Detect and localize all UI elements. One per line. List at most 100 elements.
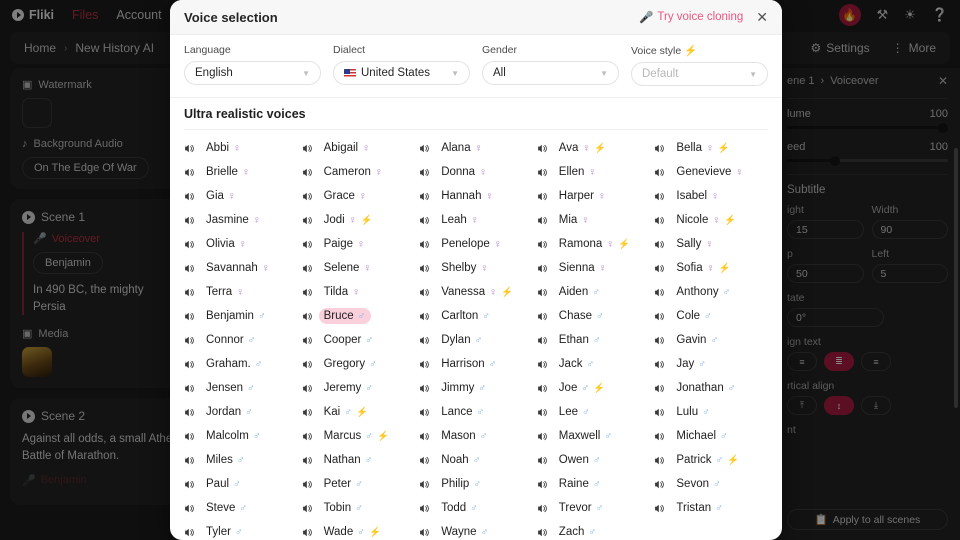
voice-item[interactable]: Zach ♂ (537, 520, 651, 540)
speaker-icon[interactable] (537, 311, 548, 322)
voice-name-wrap[interactable]: Anthony ♂ (671, 284, 735, 300)
voice-name-wrap[interactable]: Lee ♂ (554, 404, 595, 420)
voice-item[interactable]: Vanessa ♀ ⚡ (419, 280, 533, 304)
speaker-icon[interactable] (184, 359, 195, 370)
voice-item[interactable]: Joe ♂ ⚡ (537, 376, 651, 400)
voice-name-wrap[interactable]: Bruce ♂ (318, 308, 371, 324)
voice-name-wrap[interactable]: Savannah ♀ (201, 260, 275, 276)
voice-item[interactable]: Todd ♂ (419, 496, 533, 520)
voice-item[interactable]: Bella ♀ ⚡ (654, 136, 768, 160)
speaker-icon[interactable] (419, 407, 430, 418)
speaker-icon[interactable] (302, 191, 313, 202)
voice-name-wrap[interactable]: Joe ♂ ⚡ (554, 380, 610, 396)
speaker-icon[interactable] (654, 215, 665, 226)
voice-name-wrap[interactable]: Vanessa ♀ ⚡ (436, 284, 518, 300)
voice-name-wrap[interactable]: Kai ♂ ⚡ (319, 404, 373, 420)
dialect-select[interactable]: United States ▼ (333, 61, 470, 85)
voice-item[interactable]: Penelope ♀ (419, 232, 533, 256)
voice-item[interactable]: Tobin ♂ (302, 496, 416, 520)
voice-name-wrap[interactable]: Alana ♀ (436, 140, 487, 156)
voice-name-wrap[interactable]: Jordan ♂ (201, 404, 258, 420)
voice-name-wrap[interactable]: Benjamin ♂ (201, 308, 271, 324)
voice-name-wrap[interactable]: Brielle ♀ (201, 164, 255, 180)
speaker-icon[interactable] (537, 359, 548, 370)
speaker-icon[interactable] (302, 383, 313, 394)
voice-item[interactable]: Brielle ♀ (184, 160, 298, 184)
voice-item[interactable]: Noah ♂ (419, 448, 533, 472)
speaker-icon[interactable] (184, 287, 195, 298)
voice-item[interactable]: Sevon ♂ (654, 472, 768, 496)
voice-name-wrap[interactable]: Mason ♂ (436, 428, 492, 444)
speaker-icon[interactable] (184, 503, 195, 514)
voice-item[interactable]: Harper ♀ (537, 184, 651, 208)
voice-item[interactable]: Owen ♂ (537, 448, 651, 472)
speaker-icon[interactable] (184, 143, 195, 154)
speaker-icon[interactable] (302, 479, 313, 490)
speaker-icon[interactable] (184, 167, 195, 178)
speaker-icon[interactable] (184, 263, 195, 274)
voice-item[interactable]: Jack ♂ (537, 352, 651, 376)
language-select[interactable]: English ▼ (184, 61, 321, 85)
voice-name-wrap[interactable]: Raine ♂ (554, 476, 606, 492)
voice-item[interactable]: Wade ♂ ⚡ (302, 520, 416, 540)
voice-name-wrap[interactable]: Olivia ♀ (201, 236, 252, 252)
voice-name-wrap[interactable]: Gia ♀ (201, 188, 241, 204)
speaker-icon[interactable] (184, 215, 195, 226)
voice-item[interactable]: Patrick ♂ ⚡ (654, 448, 768, 472)
voice-item[interactable]: Jodi ♀ ⚡ (302, 208, 416, 232)
voice-item[interactable]: Marcus ♂ ⚡ (302, 424, 416, 448)
voice-item[interactable]: Ramona ♀ ⚡ (537, 232, 651, 256)
voice-item[interactable]: Dylan ♂ (419, 328, 533, 352)
voice-name-wrap[interactable]: Ethan ♂ (554, 332, 606, 348)
speaker-icon[interactable] (302, 239, 313, 250)
voice-name-wrap[interactable]: Lulu ♂ (671, 404, 715, 420)
voice-name-wrap[interactable]: Tristan ♂ (671, 500, 728, 516)
voice-name-wrap[interactable]: Aiden ♂ (554, 284, 605, 300)
speaker-icon[interactable] (419, 455, 430, 466)
voice-name-wrap[interactable]: Tobin ♂ (319, 500, 368, 516)
voice-name-wrap[interactable]: Abigail ♀ (319, 140, 375, 156)
voice-name-wrap[interactable]: Sofia ♀ ⚡ (671, 260, 735, 276)
voice-item[interactable]: Lulu ♂ (654, 400, 768, 424)
speaker-icon[interactable] (419, 167, 430, 178)
voice-item[interactable]: Peter ♂ (302, 472, 416, 496)
speaker-icon[interactable] (184, 311, 195, 322)
voice-name-wrap[interactable]: Wayne ♂ (436, 524, 493, 540)
voice-item[interactable]: Jasmine ♀ (184, 208, 298, 232)
speaker-icon[interactable] (537, 527, 548, 538)
speaker-icon[interactable] (654, 311, 665, 322)
voice-item[interactable]: Miles ♂ (184, 448, 298, 472)
voice-item[interactable]: Sally ♀ (654, 232, 768, 256)
gender-select[interactable]: All ▼ (482, 61, 619, 85)
speaker-icon[interactable] (302, 431, 313, 442)
voice-name-wrap[interactable]: Genevieve ♀ (671, 164, 748, 180)
voice-item[interactable]: Isabel ♀ (654, 184, 768, 208)
voice-item[interactable]: Nathan ♂ (302, 448, 416, 472)
voice-item[interactable]: Ava ♀ ⚡ (537, 136, 651, 160)
speaker-icon[interactable] (419, 527, 430, 538)
speaker-icon[interactable] (302, 407, 313, 418)
voice-item[interactable]: Paige ♀ (302, 232, 416, 256)
voice-item[interactable]: Sofia ♀ ⚡ (654, 256, 768, 280)
voice-item[interactable]: Benjamin ♂ (184, 304, 298, 328)
speaker-icon[interactable] (419, 359, 430, 370)
voice-name-wrap[interactable]: Nicole ♀ ⚡ (671, 212, 741, 228)
speaker-icon[interactable] (654, 143, 665, 154)
voice-name-wrap[interactable]: Jimmy ♂ (436, 380, 491, 396)
speaker-icon[interactable] (654, 407, 665, 418)
voice-name-wrap[interactable]: Graham. ♂ (201, 356, 268, 372)
voice-name-wrap[interactable]: Tilda ♀ (319, 284, 365, 300)
speaker-icon[interactable] (419, 287, 430, 298)
voice-style-select[interactable]: Default ▼ (631, 62, 768, 86)
voice-item[interactable]: Abbi ♀ (184, 136, 298, 160)
voice-item[interactable]: Michael ♂ (654, 424, 768, 448)
voice-name-wrap[interactable]: Carlton ♂ (436, 308, 495, 324)
voice-item[interactable]: Steve ♂ (184, 496, 298, 520)
speaker-icon[interactable] (184, 383, 195, 394)
speaker-icon[interactable] (537, 503, 548, 514)
speaker-icon[interactable] (184, 479, 195, 490)
voice-item[interactable]: Bruce ♂ (302, 304, 416, 328)
voice-item[interactable]: Gia ♀ (184, 184, 298, 208)
speaker-icon[interactable] (654, 191, 665, 202)
voice-name-wrap[interactable]: Sevon ♂ (671, 476, 725, 492)
